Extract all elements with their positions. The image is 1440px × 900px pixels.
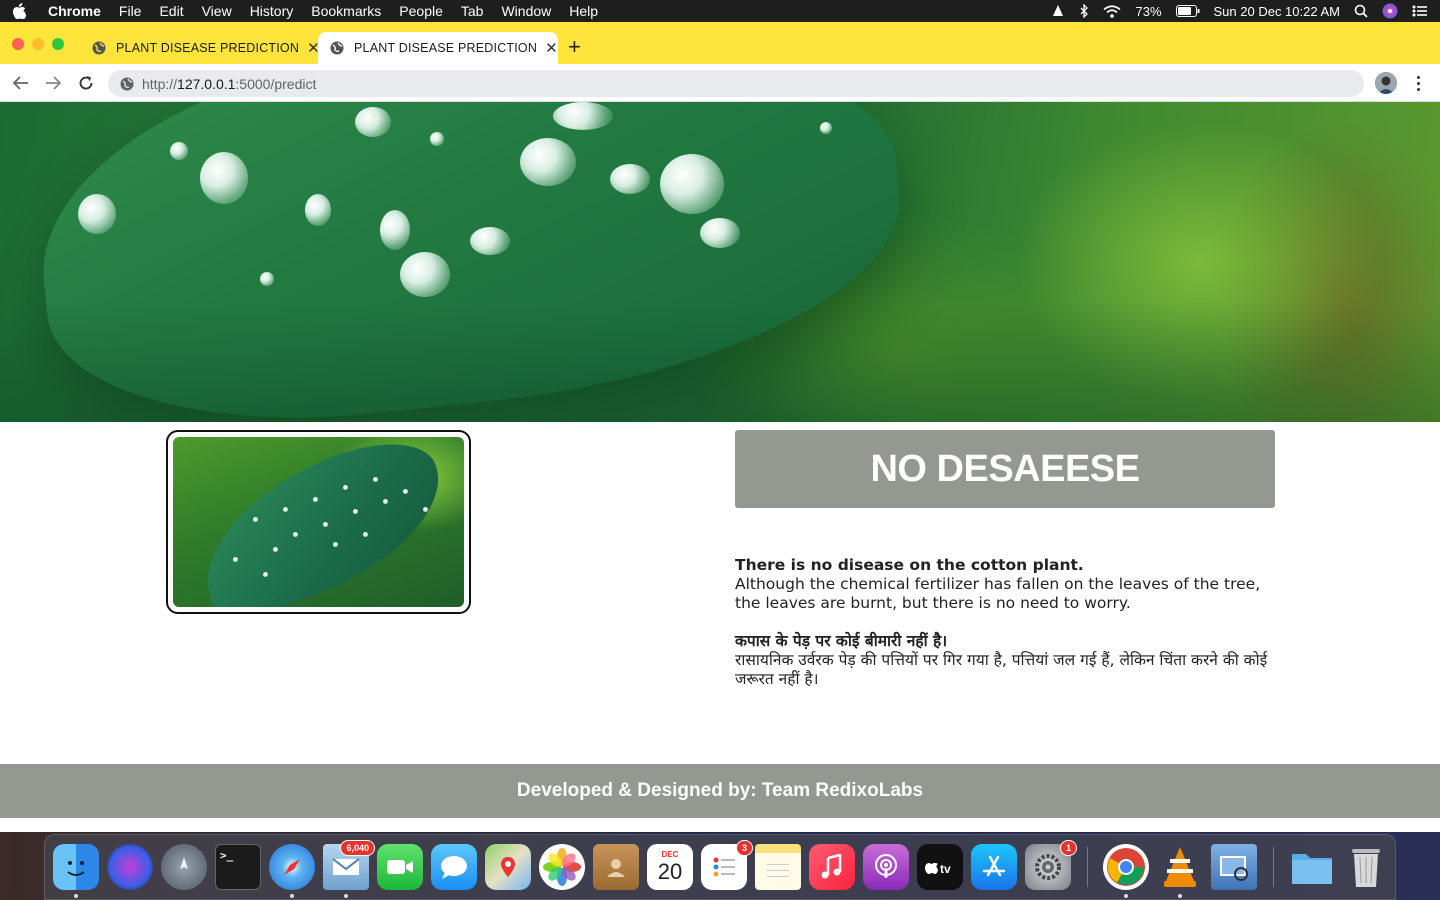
page-footer: Developed & Designed by: Team RedixoLabs bbox=[0, 764, 1440, 818]
photos-icon[interactable] bbox=[539, 844, 585, 890]
forward-arrow-icon[interactable] bbox=[42, 72, 64, 94]
facetime-icon[interactable] bbox=[377, 844, 423, 890]
menu-help[interactable]: Help bbox=[569, 3, 598, 19]
menu-people[interactable]: People bbox=[399, 3, 443, 19]
google-chrome-icon[interactable] bbox=[1103, 844, 1149, 890]
music-icon[interactable] bbox=[809, 844, 855, 890]
menu-file[interactable]: File bbox=[119, 3, 142, 19]
battery-percent: 73% bbox=[1135, 3, 1162, 19]
mail-icon[interactable]: 6,040 bbox=[323, 840, 375, 890]
trash-icon[interactable] bbox=[1343, 844, 1389, 890]
vlc-icon[interactable] bbox=[1157, 844, 1203, 890]
window-controls bbox=[12, 38, 64, 50]
siri-icon[interactable] bbox=[1382, 3, 1398, 19]
finder-icon[interactable] bbox=[53, 844, 99, 890]
apple-tv-icon[interactable]: tv bbox=[917, 844, 963, 890]
control-center-icon[interactable] bbox=[1412, 5, 1428, 17]
siri-app-icon[interactable] bbox=[107, 844, 153, 890]
menu-view[interactable]: View bbox=[202, 3, 232, 19]
reminders-badge: 3 bbox=[735, 840, 753, 856]
minimize-window-button[interactable] bbox=[32, 38, 44, 50]
tab-title: PLANT DISEASE PREDICTION bbox=[116, 41, 300, 55]
browser-tab-strip: PLANT DISEASE PREDICTION ✕ PLANT DISEASE… bbox=[0, 22, 1440, 64]
prediction-result-banner: NO DESAEESE bbox=[735, 430, 1275, 508]
chrome-menu-icon[interactable] bbox=[1410, 73, 1426, 93]
hindi-body: रासायनिक उर्वरक पेड़ की पत्तियों पर गिर … bbox=[735, 651, 1268, 688]
tab-title: PLANT DISEASE PREDICTION bbox=[354, 41, 538, 55]
url-path: :5000/predict bbox=[235, 75, 317, 92]
new-tab-button[interactable]: + bbox=[568, 35, 581, 59]
svg-text:tv: tv bbox=[940, 862, 951, 875]
menu-tab[interactable]: Tab bbox=[461, 3, 484, 19]
tab-close-icon[interactable]: ✕ bbox=[545, 39, 558, 57]
back-arrow-icon[interactable] bbox=[10, 72, 32, 94]
address-bar[interactable]: http:// 127.0.0.1 :5000/predict bbox=[108, 70, 1364, 97]
bluetooth-icon[interactable] bbox=[1079, 4, 1089, 18]
prediction-description: There is no disease on the cotton plant.… bbox=[735, 556, 1280, 689]
safari-icon[interactable] bbox=[269, 844, 315, 890]
english-body: Although the chemical fertilizer has fal… bbox=[735, 575, 1261, 612]
tab-plant-disease-2[interactable]: PLANT DISEASE PREDICTION ✕ bbox=[318, 32, 558, 64]
apple-icon[interactable] bbox=[12, 3, 30, 19]
browser-toolbar: http:// 127.0.0.1 :5000/predict bbox=[0, 64, 1440, 102]
app-store-icon[interactable] bbox=[971, 844, 1017, 890]
leaf-preview bbox=[173, 437, 464, 607]
hindi-heading: कपास के पेड़ पर कोई बीमारी नहीं है। bbox=[735, 632, 948, 650]
tab-plant-disease-1[interactable]: PLANT DISEASE PREDICTION ✕ bbox=[80, 32, 320, 64]
menu-edit[interactable]: Edit bbox=[159, 3, 183, 19]
url-scheme: http:// bbox=[142, 75, 178, 92]
menu-app-name[interactable]: Chrome bbox=[48, 3, 101, 19]
spotlight-search-icon[interactable] bbox=[1354, 4, 1368, 18]
wifi-icon[interactable] bbox=[1103, 4, 1121, 18]
uploaded-leaf-image bbox=[166, 430, 471, 614]
system-preferences-badge: 1 bbox=[1059, 840, 1077, 856]
menu-window[interactable]: Window bbox=[501, 3, 551, 19]
profile-avatar[interactable] bbox=[1375, 72, 1397, 94]
vlc-status-icon[interactable] bbox=[1051, 4, 1065, 18]
messages-icon[interactable] bbox=[431, 844, 477, 890]
terminal-icon[interactable]: >_ bbox=[215, 844, 261, 890]
contacts-icon[interactable] bbox=[593, 844, 639, 890]
downloads-folder-icon[interactable] bbox=[1289, 844, 1335, 890]
menubar-clock[interactable]: Sun 20 Dec 10:22 AM bbox=[1214, 4, 1340, 19]
close-window-button[interactable] bbox=[12, 38, 24, 50]
macos-dock: >_ 6,040 DEC 20 3 tv 1 bbox=[44, 834, 1396, 900]
mail-badge: 6,040 bbox=[340, 840, 375, 856]
calendar-day: 20 bbox=[657, 859, 683, 884]
web-page: NO DESAEESE There is no disease on the c… bbox=[0, 102, 1440, 832]
site-info-icon[interactable] bbox=[120, 77, 134, 91]
globe-icon bbox=[92, 41, 106, 55]
maps-icon[interactable] bbox=[485, 844, 531, 890]
menu-history[interactable]: History bbox=[250, 3, 294, 19]
notes-icon[interactable] bbox=[755, 844, 801, 890]
menu-bookmarks[interactable]: Bookmarks bbox=[311, 3, 381, 19]
reload-icon[interactable] bbox=[75, 72, 97, 94]
reminders-icon[interactable]: 3 bbox=[701, 840, 753, 890]
launchpad-icon[interactable] bbox=[161, 844, 207, 890]
preview-icon[interactable] bbox=[1211, 844, 1257, 890]
url-host: 127.0.0.1 bbox=[177, 75, 236, 92]
globe-icon bbox=[330, 41, 344, 55]
podcasts-icon[interactable] bbox=[863, 844, 909, 890]
system-preferences-icon[interactable]: 1 bbox=[1025, 840, 1077, 890]
zoom-window-button[interactable] bbox=[52, 38, 64, 50]
hero-banner-image bbox=[0, 102, 1440, 422]
macos-menu-bar: Chrome File Edit View History Bookmarks … bbox=[0, 0, 1440, 22]
calendar-icon[interactable]: DEC 20 bbox=[647, 844, 693, 890]
battery-icon[interactable] bbox=[1175, 5, 1200, 17]
english-heading: There is no disease on the cotton plant. bbox=[735, 556, 1084, 574]
